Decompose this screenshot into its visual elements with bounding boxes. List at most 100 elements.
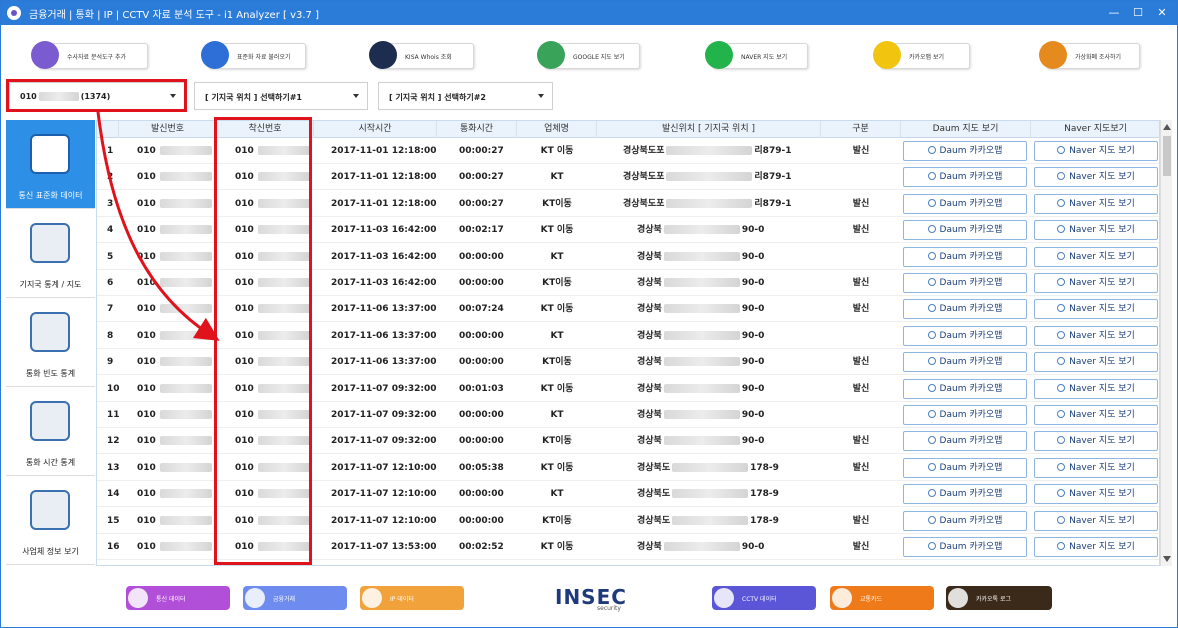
start-time: 2017-11-07 09:32:00 (331, 410, 437, 420)
location-suffix: 90-0 (741, 357, 765, 368)
daum-map-button[interactable]: Daum 카카오맵 (903, 273, 1027, 293)
daum-map-button[interactable]: Daum 카카오맵 (903, 325, 1027, 346)
naver-map-button-label: Naver 지도 보기 (1069, 515, 1135, 526)
scroll-thumb[interactable] (1163, 136, 1171, 176)
daum-map-button[interactable]: Daum 카카오맵 (903, 431, 1027, 452)
daum-map-button[interactable]: Daum 카카오맵 (903, 167, 1027, 188)
bottom-button-1[interactable]: 금융거래 (243, 586, 347, 610)
naver-map-button[interactable]: Naver 지도 보기 (1034, 273, 1158, 293)
map-pin-icon (1057, 383, 1066, 392)
daum-map-button[interactable]: Daum 카카오맵 (903, 299, 1027, 320)
location-prefix: 경상북도 (637, 462, 671, 473)
daum-map-button[interactable]: Daum 카카오맵 (903, 246, 1027, 267)
row-number: 7 (107, 304, 114, 315)
bottom-button-0[interactable]: 통신 데이터 (126, 586, 230, 610)
sidebar: 통신 표준화 데이터 기지국 통계 / 지도 통화 빈도 통계 통화 시간 통계사업체… (6, 120, 95, 566)
bottom-button-3[interactable]: CCTV 데이터 (712, 586, 816, 610)
naver-map-button[interactable]: Naver 지도 보기 (1034, 325, 1158, 346)
daum-map-button[interactable]: Daum 카카오맵 (903, 220, 1027, 241)
sidebar-item-3[interactable]: 통화 시간 통계 (6, 387, 95, 476)
bottom-button-4[interactable]: 교통카드 (830, 586, 934, 610)
bottom-button-5[interactable]: 카카오톡 로그 (946, 586, 1052, 610)
daum-map-button[interactable]: Daum 카카오맵 (903, 537, 1027, 557)
sidebar-item-1[interactable]: 기지국 통계 / 지도 (6, 209, 95, 298)
naver-map-button[interactable]: Naver 지도 보기 (1034, 299, 1158, 320)
call-duration: 00:00:00 (459, 436, 504, 447)
location-prefix: 경상북 (637, 251, 662, 262)
naver-map-button[interactable]: Naver 지도 보기 (1034, 246, 1158, 267)
naver-map-button[interactable]: Naver 지도 보기 (1034, 510, 1158, 531)
naver-map-button[interactable]: Naver 지도 보기 (1034, 431, 1158, 452)
toolbar-button-3[interactable]: GOOGLE 지도 보기 (537, 41, 640, 69)
caller-prefix: 010 (137, 330, 156, 341)
daum-map-button[interactable]: Daum 카카오맵 (903, 141, 1027, 161)
toolbar-button-5[interactable]: 카카오맵 보기 (873, 41, 970, 69)
call-type (821, 244, 901, 270)
buildings-icon (30, 490, 70, 530)
close-button[interactable]: ✕ (1151, 4, 1173, 22)
naver-map-button[interactable]: Naver 지도 보기 (1034, 193, 1158, 214)
caller-number: 010 (137, 376, 212, 402)
redacted-location (672, 515, 749, 525)
caller-prefix: 010 (137, 410, 156, 420)
naver-map-button-label: Naver 지도 보기 (1069, 172, 1135, 183)
map-pin-icon (1057, 489, 1066, 498)
caller-number: 010 (137, 244, 212, 270)
daum-map-button[interactable]: Daum 카카오맵 (903, 193, 1027, 214)
redacted-caller (159, 304, 212, 314)
naver-map-button[interactable]: Naver 지도 보기 (1034, 352, 1158, 373)
caller-prefix: 010 (137, 542, 156, 552)
daum-map-button-label: Daum 카카오맵 (939, 304, 1003, 315)
redacted-caller (159, 462, 212, 472)
naver-map-button[interactable]: Naver 지도 보기 (1034, 484, 1158, 505)
toolbar-button-1[interactable]: 표준화 자료 불러오기 (201, 41, 306, 69)
daum-map-button[interactable]: Daum 카카오맵 (903, 352, 1027, 373)
origin-location: 경상북도포 리879-1 (623, 138, 791, 164)
start-time: 2017-11-01 12:18:00 (331, 146, 437, 156)
location-suffix: 90-0 (741, 410, 765, 420)
naver-map-button[interactable]: Naver 지도 보기 (1034, 378, 1158, 399)
sidebar-item-2[interactable]: 통화 빈도 통계 (6, 298, 95, 387)
bottom-button-label: 교통카드 (860, 596, 883, 603)
daum-map-button[interactable]: Daum 카카오맵 (903, 510, 1027, 531)
scroll-down-icon[interactable] (1163, 556, 1171, 562)
naver-map-button[interactable]: Naver 지도 보기 (1034, 220, 1158, 241)
location-select-1[interactable]: [ 기지국 위치 ] 선택하기#1 (194, 82, 368, 110)
naver-map-button[interactable]: Naver 지도 보기 (1034, 405, 1158, 425)
minimize-button[interactable]: — (1103, 4, 1125, 22)
daum-map-button[interactable]: Daum 카카오맵 (903, 378, 1027, 399)
daum-map-button[interactable]: Daum 카카오맵 (903, 457, 1027, 478)
toolbar-button-2[interactable]: KISA Whois 조회 (369, 41, 474, 69)
toolbar-button-0[interactable]: 수사자료 분석도구 추가 (31, 41, 148, 69)
cell-tower-icon (30, 223, 70, 263)
call-duration: 00:00:00 (459, 410, 504, 420)
location-select-2[interactable]: [ 기지국 위치 ] 선택하기#2 (378, 82, 553, 110)
scroll-up-icon[interactable] (1163, 124, 1171, 130)
naver-map-button[interactable]: Naver 지도 보기 (1034, 167, 1158, 188)
daum-map-button[interactable]: Daum 카카오맵 (903, 484, 1027, 505)
map-pin-icon (927, 410, 936, 418)
caller-number: 010 (137, 455, 212, 481)
maximize-button[interactable]: ☐ (1127, 4, 1149, 22)
redacted-location (666, 172, 753, 182)
call-type: 발신 (852, 515, 870, 526)
origin-location: 경상북 90-0 (637, 376, 764, 402)
cctv-icon (714, 588, 734, 608)
highlight-box-callee-column (214, 117, 312, 565)
daum-map-button[interactable]: Daum 카카오맵 (903, 405, 1027, 425)
sidebar-item-0[interactable]: 통신 표준화 데이터 (6, 120, 95, 209)
bottom-button-2[interactable]: IP 데이터 (360, 586, 464, 610)
sidebar-item-4[interactable]: 사업체 정보 보기 (6, 476, 95, 565)
location-prefix: 경상북도포 (623, 146, 665, 156)
toolbar-button-4[interactable]: NAVER 지도 보기 (705, 41, 808, 69)
location-suffix: 178-9 (750, 489, 779, 500)
toolbar-button-6[interactable]: 가상화폐 조사하기 (1039, 41, 1140, 69)
naver-map-button[interactable]: Naver 지도 보기 (1034, 141, 1158, 161)
sidebar-item-label: 사업체 정보 보기 (22, 547, 79, 556)
call-type: 발신 (852, 383, 870, 394)
table-scrollbar[interactable] (1160, 120, 1172, 566)
naver-map-button[interactable]: Naver 지도 보기 (1034, 537, 1158, 557)
naver-map-button[interactable]: Naver 지도 보기 (1034, 457, 1158, 478)
toolbar-button-label: NAVER 지도 보기 (741, 54, 788, 61)
location-prefix: 경상북 (637, 278, 662, 288)
